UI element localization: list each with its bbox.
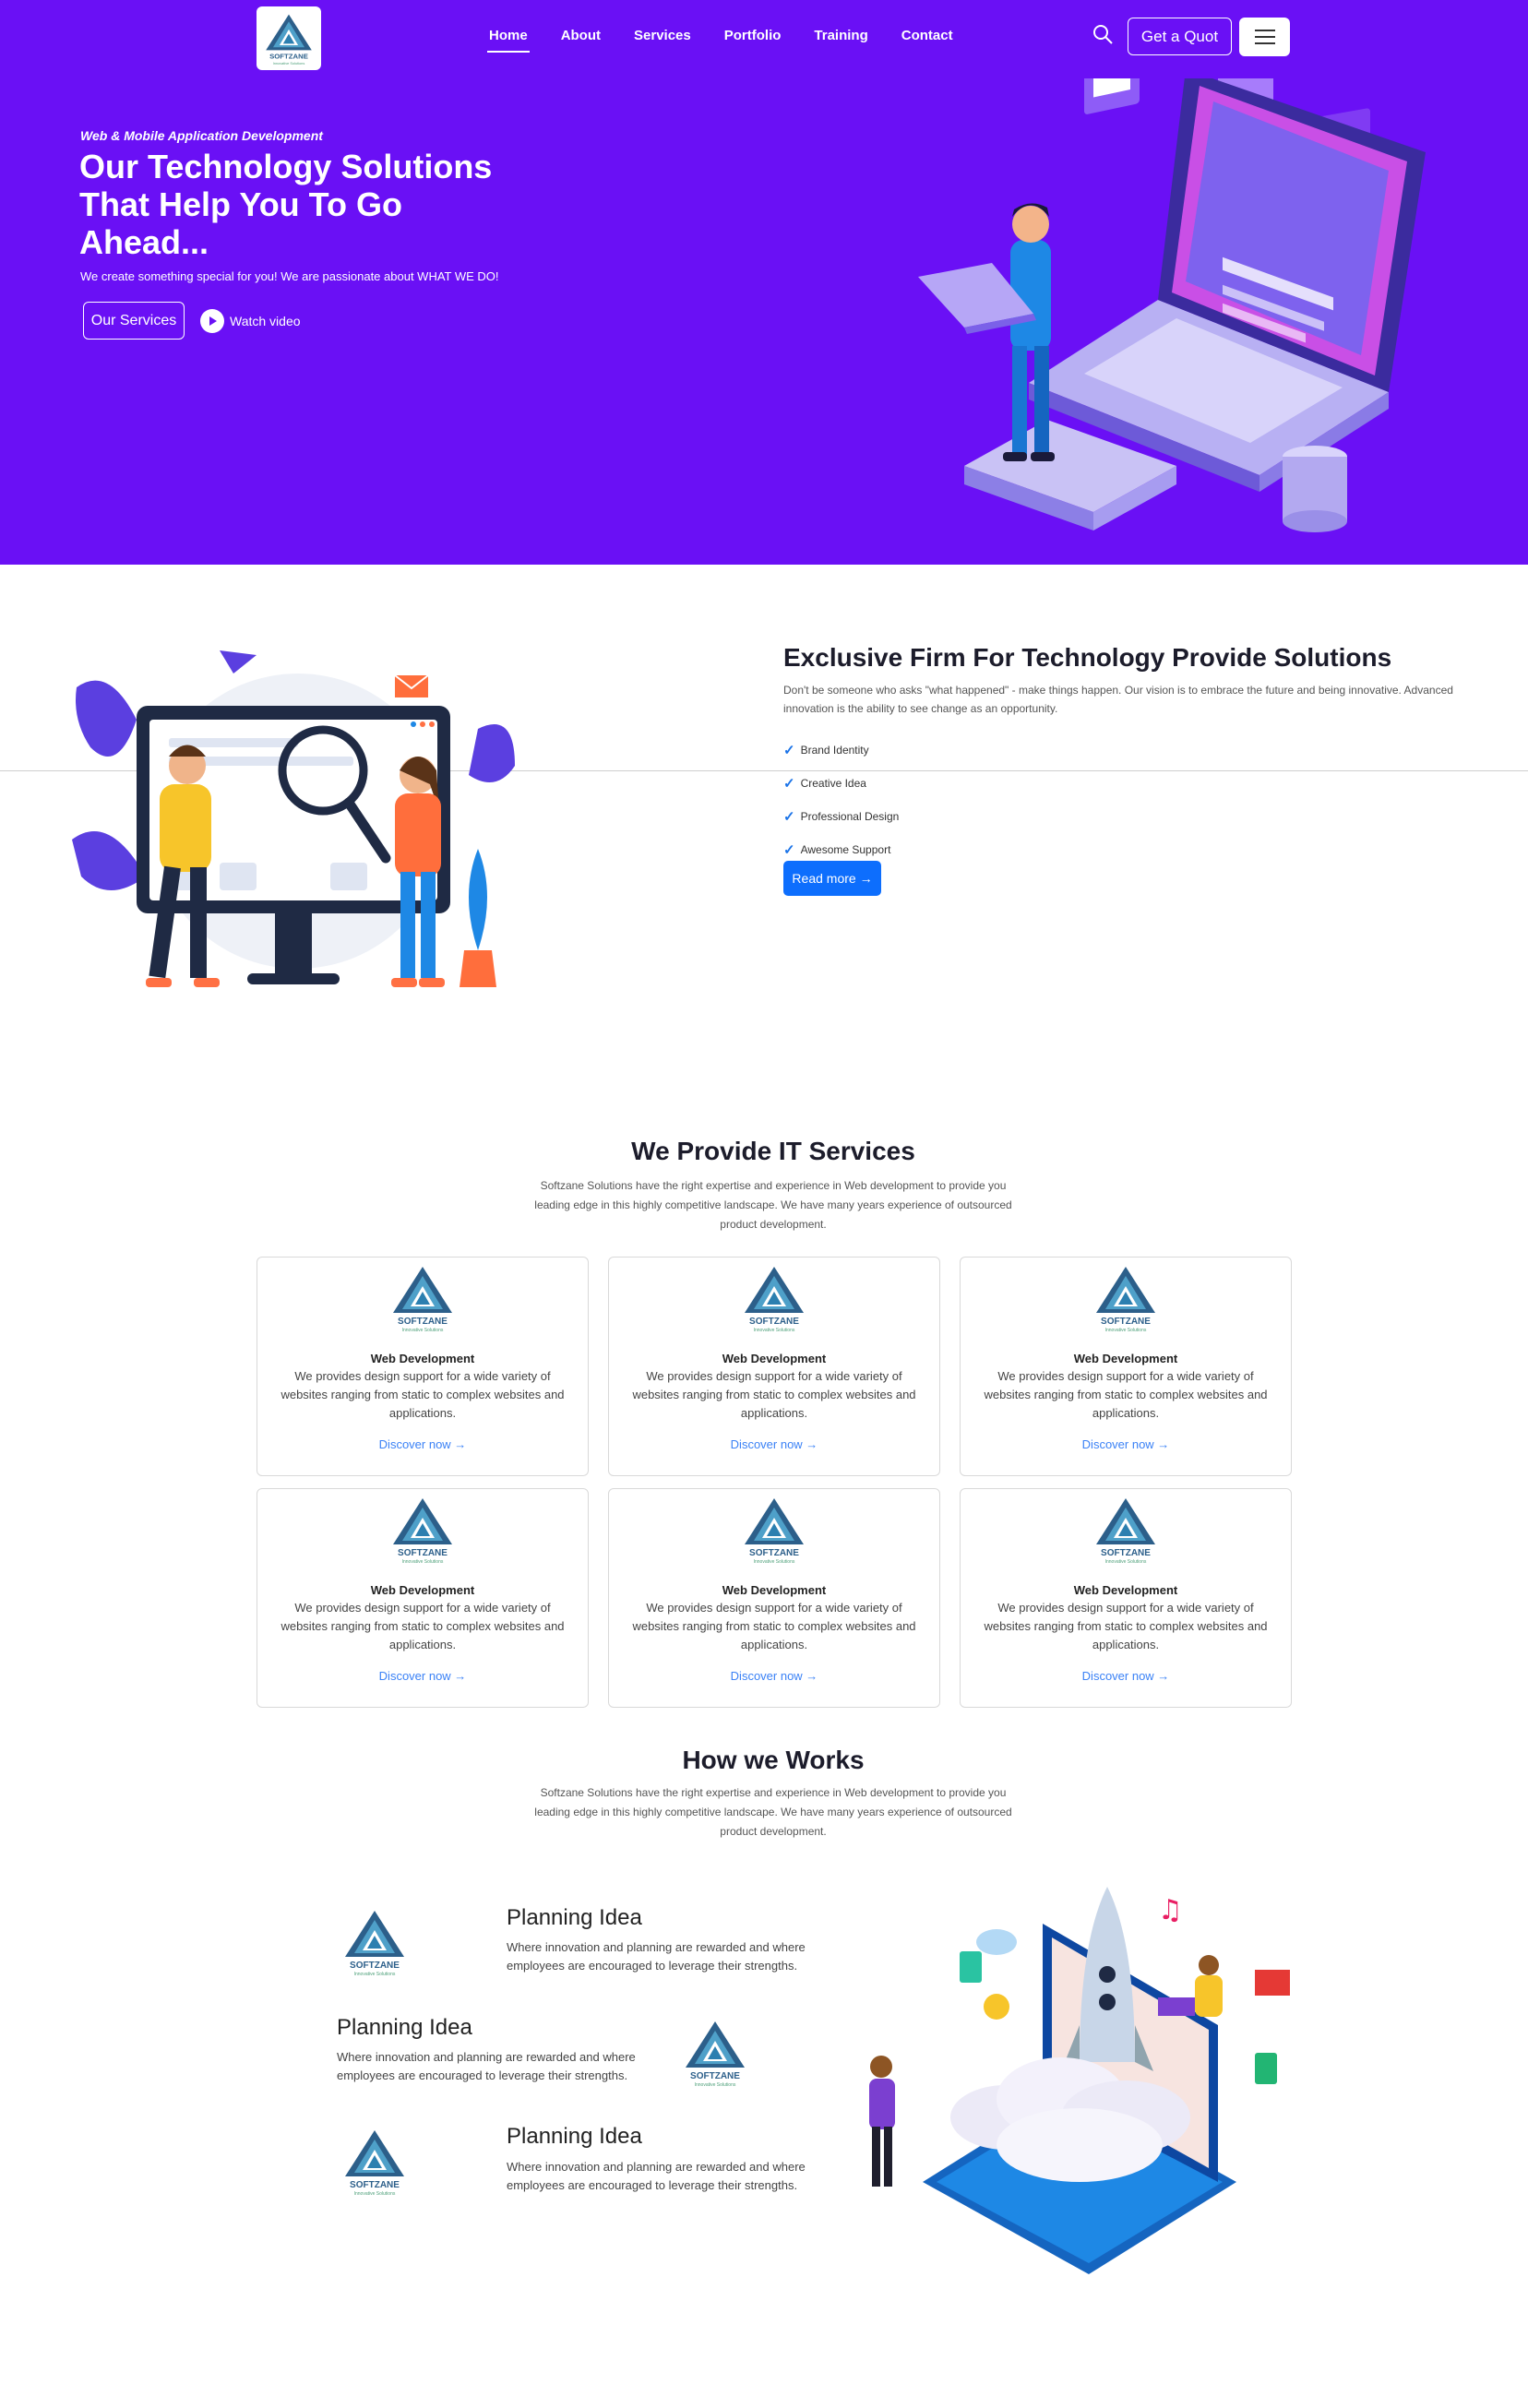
service-card-text: We provides design support for a wide va… xyxy=(281,1369,565,1420)
watch-video-label: Watch video xyxy=(230,314,301,328)
step-description: Where innovation and planning are reward… xyxy=(337,2050,636,2082)
step-title: Planning Idea xyxy=(507,2124,642,2149)
softzane-logo-icon xyxy=(737,1493,811,1567)
nav-services[interactable]: Services xyxy=(634,28,691,43)
about-title: Exclusive Firm For Technology Provide So… xyxy=(783,643,1392,672)
services-grid: Web Development We provides design suppo… xyxy=(257,1257,1292,1708)
step-description: Where innovation and planning are reward… xyxy=(507,2160,806,2192)
service-card-text: We provides design support for a wide va… xyxy=(632,1601,916,1651)
discover-now-link[interactable]: Discover now → xyxy=(379,1437,467,1451)
service-card: Web Development We provides design suppo… xyxy=(257,1257,589,1476)
hero-subtitle: We create something special for you! We … xyxy=(80,269,499,283)
how-we-works-description: Softzane Solutions have the right expert… xyxy=(534,1786,1012,1838)
hero-kicker: Web & Mobile Application Development xyxy=(80,128,323,143)
checkmark-icon: ✓ xyxy=(783,776,795,792)
softzane-logo-icon xyxy=(338,2125,412,2199)
search-button[interactable] xyxy=(1092,23,1116,47)
service-card-title: Web Development xyxy=(722,1583,827,1597)
watch-video-link[interactable]: Watch video xyxy=(200,309,301,333)
service-card: Web Development We provides design suppo… xyxy=(257,1488,589,1708)
service-card: Web Development We provides design suppo… xyxy=(960,1257,1292,1476)
softzane-logo-icon xyxy=(386,1261,460,1335)
service-card: Web Development We provides design suppo… xyxy=(608,1488,940,1708)
softzane-logo-icon xyxy=(737,1261,811,1335)
rocket-launch-illustration: ♫ xyxy=(869,1887,1290,2274)
services-title: We Provide IT Services xyxy=(631,1137,915,1165)
menu-button[interactable] xyxy=(1239,18,1290,56)
feature-list: ✓ Brand Identity ✓ Creative Idea ✓ Professi… xyxy=(783,733,899,866)
play-icon xyxy=(200,309,224,333)
softzane-logo-icon xyxy=(338,1905,412,1979)
service-card: Web Development We provides design suppo… xyxy=(960,1488,1292,1708)
softzane-logo-icon xyxy=(1089,1493,1163,1567)
feature-item: ✓ Creative Idea xyxy=(783,776,866,792)
discover-now-link[interactable]: Discover now → xyxy=(1082,1437,1170,1451)
checkmark-icon: ✓ xyxy=(783,743,795,758)
hero-section: Home About Services Portfolio Training C… xyxy=(0,0,1528,565)
discover-now-link[interactable]: Discover now → xyxy=(731,1437,818,1451)
step-title: Planning Idea xyxy=(507,1905,642,1930)
softzane-logo-icon xyxy=(386,1493,460,1567)
step-title: Planning Idea xyxy=(337,2015,472,2040)
checkmark-icon: ✓ xyxy=(783,842,795,858)
service-card: Web Development We provides design suppo… xyxy=(608,1257,940,1476)
how-we-works-title: How we Works xyxy=(682,1746,865,1774)
search-icon xyxy=(1093,25,1113,44)
service-card-title: Web Development xyxy=(722,1352,827,1365)
feature-item: ✓ Brand Identity xyxy=(783,743,869,758)
main-nav: Home About Services Portfolio Training C… xyxy=(487,28,986,53)
svg-text:♫: ♫ xyxy=(1158,1894,1183,1926)
our-services-button[interactable]: Our Services xyxy=(83,302,185,340)
service-card-title: Web Development xyxy=(1073,1583,1178,1597)
nav-about[interactable]: About xyxy=(561,28,601,43)
about-description: Don't be someone who asks "what happened… xyxy=(783,684,1453,715)
hero-title: Our Technology Solutions That Help You T… xyxy=(79,148,493,261)
softzane-logo-icon xyxy=(260,10,317,67)
hamburger-menu-icon xyxy=(1254,30,1275,31)
service-card-title: Web Development xyxy=(370,1583,475,1597)
service-card-title: Web Development xyxy=(370,1352,475,1365)
hero-laptop-illustration xyxy=(918,78,1426,532)
services-description: Softzane Solutions have the right expert… xyxy=(534,1179,1012,1231)
get-quote-button[interactable]: Get a Quot xyxy=(1128,18,1232,55)
nav-contact[interactable]: Contact xyxy=(901,28,953,43)
service-card-text: We provides design support for a wide va… xyxy=(632,1369,916,1420)
feature-item: ✓ Professional Design xyxy=(783,809,900,825)
service-card-title: Web Development xyxy=(1073,1352,1178,1365)
nav-portfolio[interactable]: Portfolio xyxy=(724,28,782,43)
checkmark-icon: ✓ xyxy=(783,809,795,825)
logo[interactable] xyxy=(257,6,321,70)
discover-now-link[interactable]: Discover now → xyxy=(1082,1669,1170,1683)
softzane-logo-icon xyxy=(678,2016,752,2090)
service-card-text: We provides design support for a wide va… xyxy=(984,1369,1268,1420)
service-card-text: We provides design support for a wide va… xyxy=(984,1601,1268,1651)
softzane-logo-icon xyxy=(1089,1261,1163,1335)
nav-training[interactable]: Training xyxy=(814,28,867,43)
nav-home[interactable]: Home xyxy=(487,28,530,53)
discover-now-link[interactable]: Discover now → xyxy=(379,1669,467,1683)
step-description: Where innovation and planning are reward… xyxy=(507,1940,806,1973)
read-more-button[interactable]: Read more → xyxy=(783,861,881,896)
service-card-text: We provides design support for a wide va… xyxy=(281,1601,565,1651)
about-team-illustration xyxy=(72,650,515,987)
discover-now-link[interactable]: Discover now → xyxy=(731,1669,818,1683)
